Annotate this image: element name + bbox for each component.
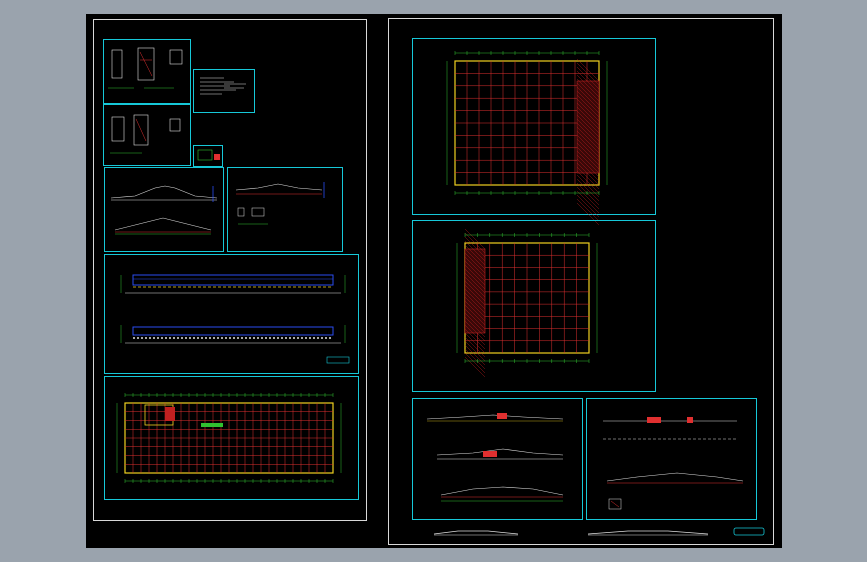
detail-panel-a[interactable] xyxy=(103,39,191,104)
notes-panel[interactable] xyxy=(193,69,255,113)
roof-plan-panel-2[interactable] xyxy=(412,220,656,392)
section-drawing-bottom-left xyxy=(426,413,564,502)
section-panel-bottom-left[interactable] xyxy=(412,398,583,520)
section-panel-b[interactable] xyxy=(227,167,343,252)
roof-plan-drawing-1 xyxy=(446,51,608,226)
title-block-strip xyxy=(433,527,765,536)
section-panel-bottom-right[interactable] xyxy=(586,398,757,520)
section-panel-a[interactable] xyxy=(104,167,224,252)
section-drawing-bottom-right xyxy=(603,417,744,510)
detail-drawing-b xyxy=(110,114,181,154)
elevation-panel[interactable] xyxy=(104,254,359,374)
detail-drawing-c xyxy=(197,149,220,161)
floor-plan-panel[interactable] xyxy=(104,376,359,500)
cad-viewport[interactable] xyxy=(86,14,782,548)
roof-plan-drawing-2 xyxy=(456,228,598,378)
detail-drawing-a xyxy=(108,47,183,89)
section-drawing-a xyxy=(110,185,218,235)
section-drawing-b xyxy=(235,182,325,225)
detail-panel-c[interactable] xyxy=(193,145,223,167)
elevation-drawing xyxy=(120,274,350,364)
detail-panel-b[interactable] xyxy=(103,104,191,166)
floor-plan-drawing xyxy=(116,393,342,483)
roof-plan-panel-1[interactable] xyxy=(412,38,656,226)
notes-text-block xyxy=(200,77,246,95)
